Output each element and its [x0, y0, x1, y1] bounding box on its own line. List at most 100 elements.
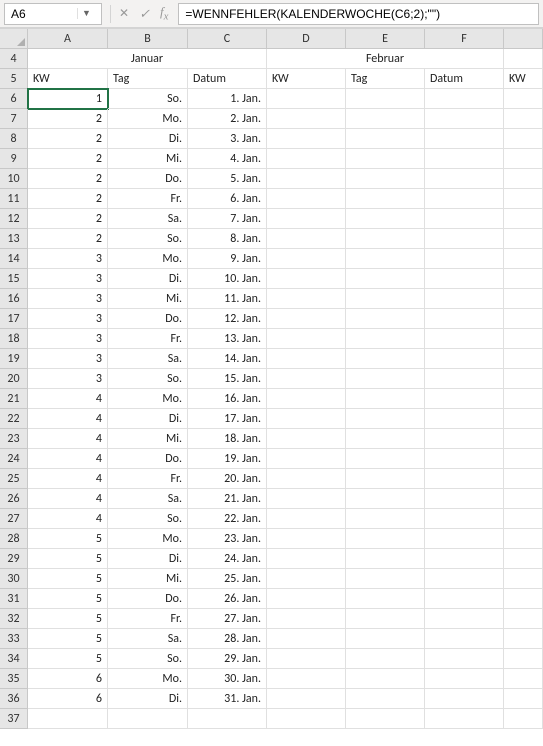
cell-kw[interactable]: 3: [28, 309, 108, 329]
cell-datum[interactable]: 5. Jan.: [188, 169, 267, 189]
cell-kw[interactable]: 2: [28, 209, 108, 229]
cell[interactable]: [504, 309, 543, 329]
name-box-dropdown-icon[interactable]: ▼: [77, 8, 95, 19]
cell-datum[interactable]: 4. Jan.: [188, 149, 267, 169]
cell-kw[interactable]: 4: [28, 509, 108, 529]
cell[interactable]: [346, 89, 425, 109]
cell-datum[interactable]: 27. Jan.: [188, 609, 267, 629]
cell[interactable]: [346, 149, 425, 169]
cell[interactable]: [504, 589, 543, 609]
cell-tag[interactable]: Sa.: [108, 209, 188, 229]
cell-kw[interactable]: 5: [28, 629, 108, 649]
cell[interactable]: [425, 149, 504, 169]
cell-tag[interactable]: So.: [108, 649, 188, 669]
cell-tag[interactable]: Sa.: [108, 489, 188, 509]
cell[interactable]: [267, 669, 346, 689]
cell[interactable]: [346, 669, 425, 689]
cell-datum[interactable]: 12. Jan.: [188, 309, 267, 329]
cell[interactable]: [504, 149, 543, 169]
cell-datum[interactable]: 10. Jan.: [188, 269, 267, 289]
cell[interactable]: [267, 249, 346, 269]
cell[interactable]: [425, 209, 504, 229]
cell-kw[interactable]: 3: [28, 269, 108, 289]
cell[interactable]: [267, 589, 346, 609]
row-header[interactable]: 37: [0, 709, 28, 729]
cell[interactable]: [504, 569, 543, 589]
row-header[interactable]: 32: [0, 609, 28, 629]
cell-kw[interactable]: 3: [28, 289, 108, 309]
row-header[interactable]: 26: [0, 489, 28, 509]
cell[interactable]: [425, 709, 504, 729]
col-header-B[interactable]: B: [108, 29, 188, 49]
cell-kw[interactable]: 3: [28, 329, 108, 349]
row-header[interactable]: 15: [0, 269, 28, 289]
cell-datum[interactable]: 20. Jan.: [188, 469, 267, 489]
col-header-C[interactable]: C: [188, 29, 267, 49]
row-header[interactable]: 18: [0, 329, 28, 349]
cell[interactable]: [504, 449, 543, 469]
cell[interactable]: [425, 469, 504, 489]
cell-tag[interactable]: So.: [108, 229, 188, 249]
row-header[interactable]: 21: [0, 389, 28, 409]
cell-kw[interactable]: 4: [28, 469, 108, 489]
cell[interactable]: [504, 209, 543, 229]
row-header[interactable]: 19: [0, 349, 28, 369]
header-kw-3[interactable]: KW: [504, 69, 543, 89]
cell[interactable]: [425, 449, 504, 469]
cell[interactable]: [425, 229, 504, 249]
header-datum-2[interactable]: Datum: [425, 69, 504, 89]
cell[interactable]: [346, 409, 425, 429]
row-header[interactable]: 22: [0, 409, 28, 429]
cell-kw[interactable]: 2: [28, 109, 108, 129]
cell[interactable]: [504, 429, 543, 449]
cell[interactable]: [425, 269, 504, 289]
cell[interactable]: [504, 529, 543, 549]
row-header[interactable]: 35: [0, 669, 28, 689]
cell-tag[interactable]: Sa.: [108, 349, 188, 369]
cell-tag[interactable]: Mo.: [108, 109, 188, 129]
cell-datum[interactable]: 28. Jan.: [188, 629, 267, 649]
cell[interactable]: [267, 309, 346, 329]
cell[interactable]: [346, 309, 425, 329]
cell-kw[interactable]: 5: [28, 649, 108, 669]
cell[interactable]: [504, 469, 543, 489]
cell[interactable]: [267, 329, 346, 349]
cell-datum[interactable]: 1. Jan.: [188, 89, 267, 109]
cell[interactable]: [346, 289, 425, 309]
cell-kw[interactable]: 4: [28, 389, 108, 409]
cell-kw[interactable]: 4: [28, 409, 108, 429]
cell[interactable]: [267, 689, 346, 709]
row-header[interactable]: 9: [0, 149, 28, 169]
cell[interactable]: [346, 389, 425, 409]
cell[interactable]: [346, 429, 425, 449]
cell-datum[interactable]: [188, 709, 267, 729]
cell[interactable]: [425, 429, 504, 449]
cell-datum[interactable]: 26. Jan.: [188, 589, 267, 609]
cell-kw[interactable]: 5: [28, 549, 108, 569]
cell[interactable]: [267, 389, 346, 409]
cell-tag[interactable]: Do.: [108, 309, 188, 329]
cell[interactable]: [346, 649, 425, 669]
cell[interactable]: [346, 169, 425, 189]
cell-tag[interactable]: Di.: [108, 409, 188, 429]
cell[interactable]: [425, 569, 504, 589]
row-header[interactable]: 36: [0, 689, 28, 709]
cell[interactable]: [267, 409, 346, 429]
cell-tag[interactable]: [108, 709, 188, 729]
cell-tag[interactable]: So.: [108, 509, 188, 529]
cell[interactable]: [346, 629, 425, 649]
cell[interactable]: [267, 289, 346, 309]
header-kw-2[interactable]: KW: [267, 69, 346, 89]
cell[interactable]: [346, 689, 425, 709]
cell-kw[interactable]: 3: [28, 369, 108, 389]
cell[interactable]: [267, 349, 346, 369]
name-box-input[interactable]: [5, 7, 77, 21]
col-header-E[interactable]: E: [346, 29, 425, 49]
cell[interactable]: [267, 569, 346, 589]
row-header[interactable]: 12: [0, 209, 28, 229]
cell-tag[interactable]: So.: [108, 369, 188, 389]
row-header[interactable]: 11: [0, 189, 28, 209]
cell-tag[interactable]: Mi.: [108, 149, 188, 169]
cell-tag[interactable]: Di.: [108, 129, 188, 149]
cell[interactable]: [346, 569, 425, 589]
